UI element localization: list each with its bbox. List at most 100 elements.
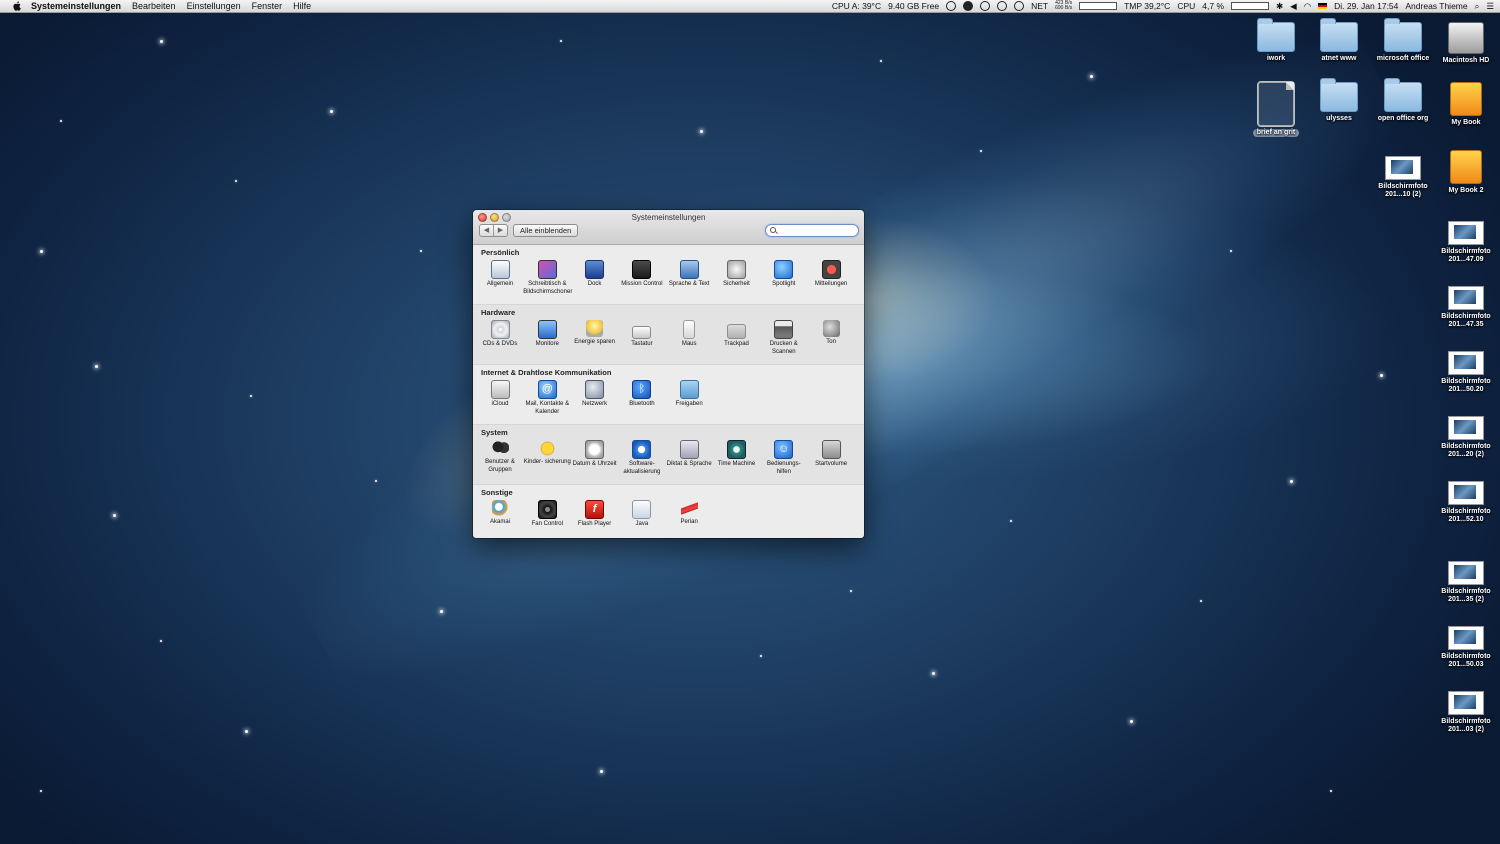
pref-pane-parental-controls[interactable]: Kinder- sicherung — [523, 440, 571, 467]
pref-pane-language[interactable]: Sprache & Text — [665, 260, 713, 289]
menu-app-name[interactable]: Systemeinstellungen — [31, 1, 121, 11]
desktop-item-label: brief an grit — [1252, 129, 1300, 137]
desktop-item[interactable]: Bildschirmfoto 201...50.03 — [1436, 620, 1496, 669]
pref-pane-trackpad[interactable]: Trackpad — [713, 320, 761, 349]
pref-pane-network[interactable]: Netzwerk — [571, 380, 619, 409]
pref-pane-users[interactable]: Benutzer & Gruppen — [476, 440, 524, 474]
status-circle-icon[interactable] — [946, 1, 957, 11]
desktop-item[interactable]: My Book — [1436, 82, 1496, 127]
record-icon[interactable] — [963, 1, 974, 11]
users-icon — [491, 440, 509, 457]
pref-pane-startup-disk[interactable]: Startvolume — [807, 440, 855, 469]
net-label[interactable]: NET — [1031, 1, 1048, 11]
bluetooth-icon[interactable]: ✱ — [1276, 1, 1283, 12]
pref-pane-label: Mission Control — [621, 281, 663, 287]
pref-pane-fan[interactable]: Fan Control — [523, 500, 571, 529]
notification-center-icon[interactable]: ☰ — [1486, 1, 1494, 12]
menu-fenster[interactable]: Fenster — [252, 1, 283, 11]
desktop-item[interactable]: atnet www — [1309, 18, 1369, 63]
bluetooth-icon: ᛒ — [632, 380, 652, 399]
window-titlebar[interactable]: Systemeinstellungen ◀ ▶ Alle einblenden — [473, 210, 864, 245]
timer-icon[interactable] — [1014, 1, 1025, 11]
pref-pane-printer[interactable]: Drucken & Scannen — [760, 320, 808, 356]
cpu-temp-readout[interactable]: CPU A: 39°C — [832, 1, 881, 11]
pref-pane-sharing[interactable]: Freigaben — [665, 380, 713, 409]
net-graph[interactable] — [1079, 2, 1118, 10]
desktop-item[interactable]: ulysses — [1309, 78, 1369, 123]
pref-pane-bluetooth[interactable]: ᛒ Bluetooth — [618, 380, 666, 409]
power-icon-2[interactable] — [997, 1, 1008, 11]
pref-pane-notifications[interactable]: Mitteilungen — [807, 260, 855, 289]
spotlight-menu-icon[interactable]: ⌕ — [1475, 1, 1480, 12]
desktop-item[interactable]: Bildschirmfoto 201...50.20 — [1436, 345, 1496, 394]
forward-button[interactable]: ▶ — [494, 225, 507, 236]
desktop-item[interactable]: brief an grit — [1246, 81, 1306, 137]
pref-pane-accessibility[interactable]: ☺ Bedienungs- hilfen — [760, 440, 808, 476]
pref-pane-java[interactable]: Java — [618, 500, 666, 529]
pref-pane-desktop[interactable]: Schreibtisch & Bildschirmschoner — [523, 260, 572, 296]
cpu-label[interactable]: CPU — [1177, 1, 1195, 11]
apple-menu-icon[interactable] — [11, 1, 23, 11]
desktop-item[interactable]: Bildschirmfoto 201...35 (2) — [1436, 555, 1496, 604]
menu-einstellungen[interactable]: Einstellungen — [187, 1, 241, 11]
desktop-item[interactable]: Bildschirmfoto 201...10 (2) — [1373, 150, 1433, 199]
pref-pane-mail[interactable]: @ Mail, Kontakte & Kalender — [523, 380, 571, 416]
back-button[interactable]: ◀ — [480, 225, 494, 236]
cpu-graph[interactable] — [1231, 2, 1270, 10]
cpu-percent[interactable]: 4,7 % — [1202, 1, 1224, 11]
pref-pane-time-machine[interactable]: Time Machine — [713, 440, 761, 469]
pref-pane-spotlight[interactable]: Spotlight — [760, 260, 808, 289]
section-persönlich: Persönlich Allgemein Schreibtisch & Bildsc… — [473, 245, 864, 305]
pref-pane-dictation[interactable]: Diktat & Sprache — [665, 440, 713, 469]
screenshot-icon — [1448, 416, 1484, 440]
section-system: System Benutzer & Gruppen Kinder- sicherun… — [473, 425, 864, 485]
show-all-button[interactable]: Alle einblenden — [513, 224, 579, 237]
pref-pane-monitor[interactable]: Monitore — [523, 320, 571, 349]
power-icon[interactable] — [980, 1, 991, 11]
folder-icon — [1320, 78, 1358, 112]
pref-pane-keyboard[interactable]: Tastatur — [618, 320, 666, 349]
pref-pane-sound[interactable]: Ton — [807, 320, 855, 347]
pref-pane-mouse[interactable]: Maus — [665, 320, 713, 349]
desktop-item[interactable]: open office org — [1373, 78, 1433, 123]
pref-pane-energy[interactable]: Energie sparen — [571, 320, 619, 347]
pref-pane-dock[interactable]: Dock — [571, 260, 619, 289]
wifi-icon[interactable]: ◠ — [1304, 1, 1311, 12]
menu-hilfe[interactable]: Hilfe — [293, 1, 311, 11]
desktop-item[interactable]: microsoft office — [1373, 18, 1433, 63]
tmp-readout[interactable]: TMP 39,2°C — [1124, 1, 1170, 11]
pref-pane-flash[interactable]: f Flash Player — [571, 500, 619, 529]
pref-pane-label: Netzwerk — [582, 401, 608, 407]
pref-pane-software-update[interactable]: Software- aktualisierung — [618, 440, 666, 476]
desktop-item[interactable]: Bildschirmfoto 201...03 (2) — [1436, 685, 1496, 734]
user-name[interactable]: Andreas Thieme — [1405, 1, 1467, 11]
document-icon — [1257, 81, 1295, 127]
desktop-item[interactable]: Bildschirmfoto 201...20 (2) — [1436, 410, 1496, 459]
screenshot-icon — [1448, 691, 1484, 715]
pref-pane-icloud[interactable]: iCloud — [476, 380, 524, 409]
flag-icon[interactable] — [1318, 3, 1328, 9]
desktop-item[interactable]: Macintosh HD — [1436, 22, 1496, 65]
pref-pane-general[interactable]: Allgemein — [476, 260, 524, 289]
clock[interactable]: Di. 29. Jan 17:54 — [1334, 1, 1398, 11]
desktop-item[interactable]: Bildschirmfoto 201...47.35 — [1436, 280, 1496, 329]
pref-pane-clock[interactable]: Datum & Uhrzeit — [571, 440, 619, 469]
desktop-item[interactable]: Bildschirmfoto 201...52.10 — [1436, 475, 1496, 524]
section-title: Persönlich — [481, 248, 520, 257]
pref-pane-label: Bedienungs- hilfen — [766, 461, 801, 475]
pref-pane-perian[interactable]: Perian — [665, 500, 713, 527]
desktop-item[interactable]: Bildschirmfoto 201...47.09 — [1436, 215, 1496, 264]
desktop-item[interactable]: My Book 2 — [1436, 150, 1496, 195]
section-title: Internet & Drahtlose Kommunikation — [481, 368, 612, 377]
menu-bearbeiten[interactable]: Bearbeiten — [132, 1, 176, 11]
volume-icon[interactable]: ◀ — [1290, 1, 1297, 12]
pref-pane-cd[interactable]: CDs & DVDs — [476, 320, 524, 349]
desktop-item[interactable]: iwork — [1246, 18, 1306, 63]
search-field[interactable] — [765, 224, 859, 237]
section-items: CDs & DVDs Monitore Energie sparen Tastatur… — [473, 320, 864, 362]
pref-pane-mission-control[interactable]: Mission Control — [618, 260, 666, 289]
pref-pane-security[interactable]: Sicherheit — [713, 260, 761, 289]
notifications-icon — [821, 260, 841, 279]
pref-pane-akamai[interactable]: Akamai — [476, 500, 524, 527]
disk-free-readout[interactable]: 9.40 GB Free — [888, 1, 939, 11]
